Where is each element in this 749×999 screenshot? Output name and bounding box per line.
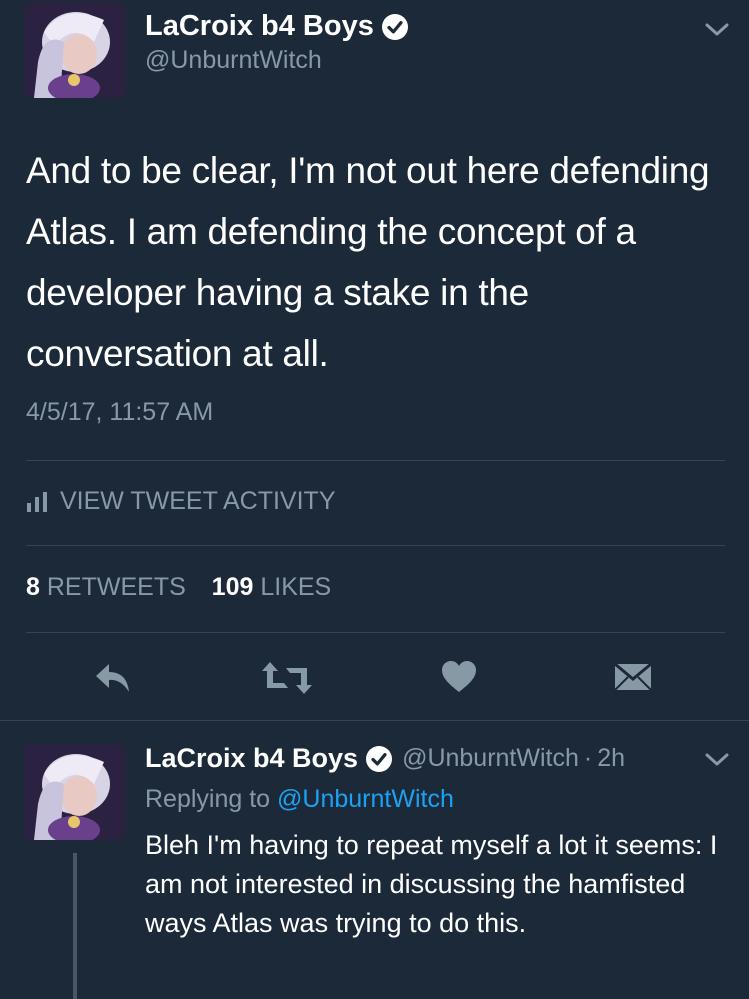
replying-to: Replying to @UnburntWitch <box>145 785 454 814</box>
view-tweet-activity-button[interactable]: VIEW TWEET ACTIVITY <box>26 487 336 516</box>
replying-to-link[interactable]: @UnburntWitch <box>277 785 454 813</box>
reply-time: 2h <box>597 744 626 772</box>
reply-header: LaCroix b4 Boys @UnburntWitch · 2h <box>145 743 625 774</box>
retweets-count[interactable]: 8 <box>26 573 40 601</box>
divider <box>26 460 725 461</box>
chevron-down-icon[interactable] <box>704 752 730 768</box>
thread-line <box>73 853 77 999</box>
reply-author-handle[interactable]: @UnburntWitch <box>402 744 579 773</box>
replying-prefix: Replying to <box>145 785 271 813</box>
reply-text: Bleh I'm having to repeat myself a lot i… <box>145 830 718 938</box>
avatar[interactable] <box>24 2 126 98</box>
retweet-icon[interactable] <box>262 660 312 696</box>
likes-label[interactable]: LIKES <box>260 573 331 601</box>
author-handle[interactable]: @UnburntWitch <box>145 46 322 75</box>
envelope-icon[interactable] <box>614 660 652 694</box>
avatar[interactable] <box>24 744 126 840</box>
tweet-timestamp[interactable]: 4/5/17, 11:57 AM <box>26 398 213 427</box>
divider <box>26 545 725 546</box>
divider <box>0 720 749 721</box>
author-name[interactable]: LaCroix b4 Boys <box>145 10 374 43</box>
engagement-stats: 8 RETWEETS 109 LIKES <box>26 573 331 602</box>
bar-chart-icon <box>27 491 47 512</box>
separator-dot: · <box>583 744 593 772</box>
verified-badge-icon <box>381 13 408 40</box>
activity-label: VIEW TWEET ACTIVITY <box>60 487 336 515</box>
divider <box>26 632 725 633</box>
chevron-down-icon[interactable] <box>704 22 730 38</box>
retweets-label[interactable]: RETWEETS <box>47 573 186 601</box>
verified-badge-icon <box>366 745 393 772</box>
reply-author-name[interactable]: LaCroix b4 Boys <box>145 743 358 774</box>
likes-count[interactable]: 109 <box>212 573 254 601</box>
heart-icon[interactable] <box>441 660 477 694</box>
tweet-text: And to be clear, I'm not out here defend… <box>26 150 710 374</box>
reply-icon[interactable] <box>93 660 133 696</box>
